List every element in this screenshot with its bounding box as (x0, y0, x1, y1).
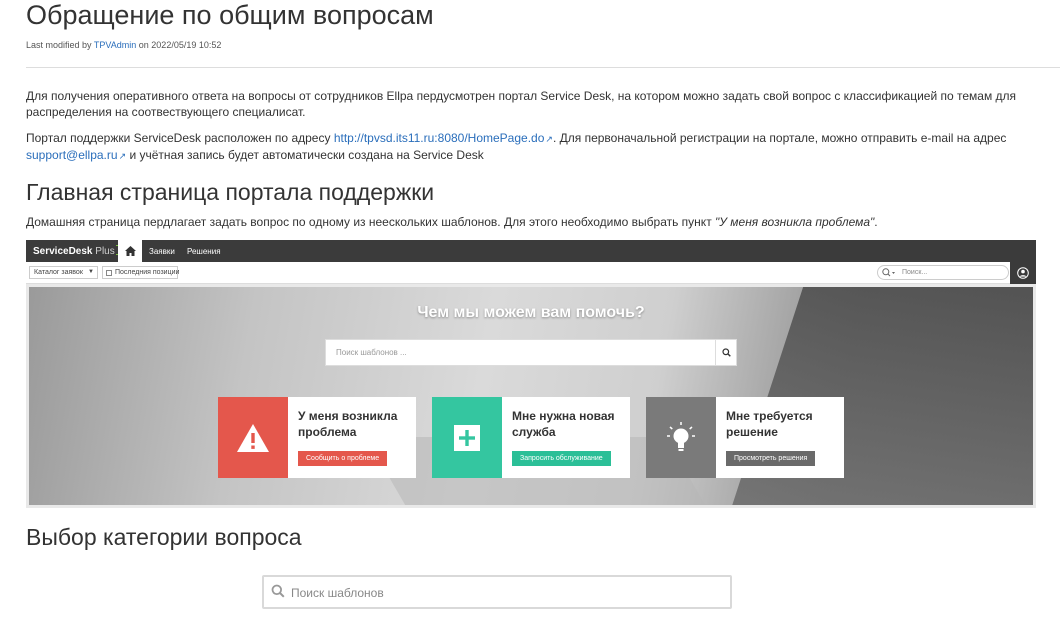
card-solution[interactable]: Мне требуется решение Просмотреть решени… (646, 397, 844, 478)
warning-icon (218, 397, 288, 478)
last-modified: Last modified by TPVAdmin on 2022/05/19 … (26, 40, 222, 50)
portal-paragraph: Портал поддержки ServiceDesk расположен … (26, 131, 1007, 162)
intro-paragraph: Для получения оперативного ответа на воп… (26, 89, 1017, 119)
view-solutions-button[interactable]: Просмотреть решения (726, 451, 816, 466)
card-solution-title: Мне требуется решение (726, 409, 813, 439)
template-search-placeholder: Поиск шаблонов (291, 586, 384, 600)
external-link-icon: ↗ (118, 151, 127, 161)
hero-title: Чем мы можем вам помочь? (417, 304, 645, 321)
search-icon[interactable] (715, 340, 736, 365)
request-service-button[interactable]: Запросить обслуживание (512, 451, 611, 466)
report-problem-button[interactable]: Сообщить о проблеме (298, 451, 388, 466)
hero-banner: Чем мы можем вам помочь? Поиск шаблонов … (29, 287, 1033, 505)
servicedesk-screenshot: ServiceDesk Plus Заявки Решения Каталог … (26, 240, 1036, 508)
section-heading-category: Выбор категории вопроса (26, 524, 302, 550)
search-icon (882, 268, 896, 279)
portal-url-link[interactable]: http://tpvsd.its11.ru:8080/HomePage.do (334, 131, 545, 145)
recent-items-button[interactable]: Последния позиции (102, 266, 179, 279)
template-search-input[interactable]: Поиск шаблонов (262, 575, 732, 609)
caret-down-icon: ▼ (88, 269, 94, 275)
page-title: Обращение по общим вопросам (26, 0, 434, 30)
catalog-dropdown[interactable]: Каталог заявок ▼ (29, 266, 98, 279)
nav-solutions[interactable]: Решения (187, 247, 221, 256)
homepage-paragraph: Домашняя страница пердлагает задать вопр… (26, 215, 878, 229)
recent-items-icon (106, 270, 112, 276)
nav-requests[interactable]: Заявки (149, 247, 175, 256)
divider (26, 67, 1060, 68)
card-problem[interactable]: У меня возникла проблема Сообщить о проб… (218, 397, 416, 478)
card-service-title: Мне нужна новая служба (512, 409, 615, 439)
search-icon (271, 584, 285, 603)
author-link[interactable]: TPVAdmin (94, 40, 136, 50)
card-service[interactable]: Мне нужна новая служба Запросить обслужи… (432, 397, 630, 478)
servicedesk-topbar: ServiceDesk Plus Заявки Решения (26, 240, 1036, 262)
plus-icon (432, 397, 502, 478)
lightbulb-icon (646, 397, 716, 478)
support-email-link[interactable]: support@ellpa.ru (26, 148, 118, 162)
home-icon[interactable] (118, 240, 142, 262)
servicedesk-subbar: Каталог заявок ▼ Последния позиции Поиск.… (26, 262, 1036, 284)
user-icon[interactable] (1010, 262, 1036, 284)
modified-date: 2022/05/19 10:52 (151, 40, 222, 50)
hero-search-input[interactable]: Поиск шаблонов ... (325, 339, 737, 366)
servicedesk-logo: ServiceDesk Plus (33, 245, 123, 257)
card-problem-title: У меня возникла проблема (298, 409, 398, 439)
section-heading-portal: Главная страница портала поддержки (26, 179, 435, 205)
external-link-icon: ↗ (545, 134, 553, 144)
servicedesk-search-input[interactable]: Поиск... (877, 265, 1009, 280)
